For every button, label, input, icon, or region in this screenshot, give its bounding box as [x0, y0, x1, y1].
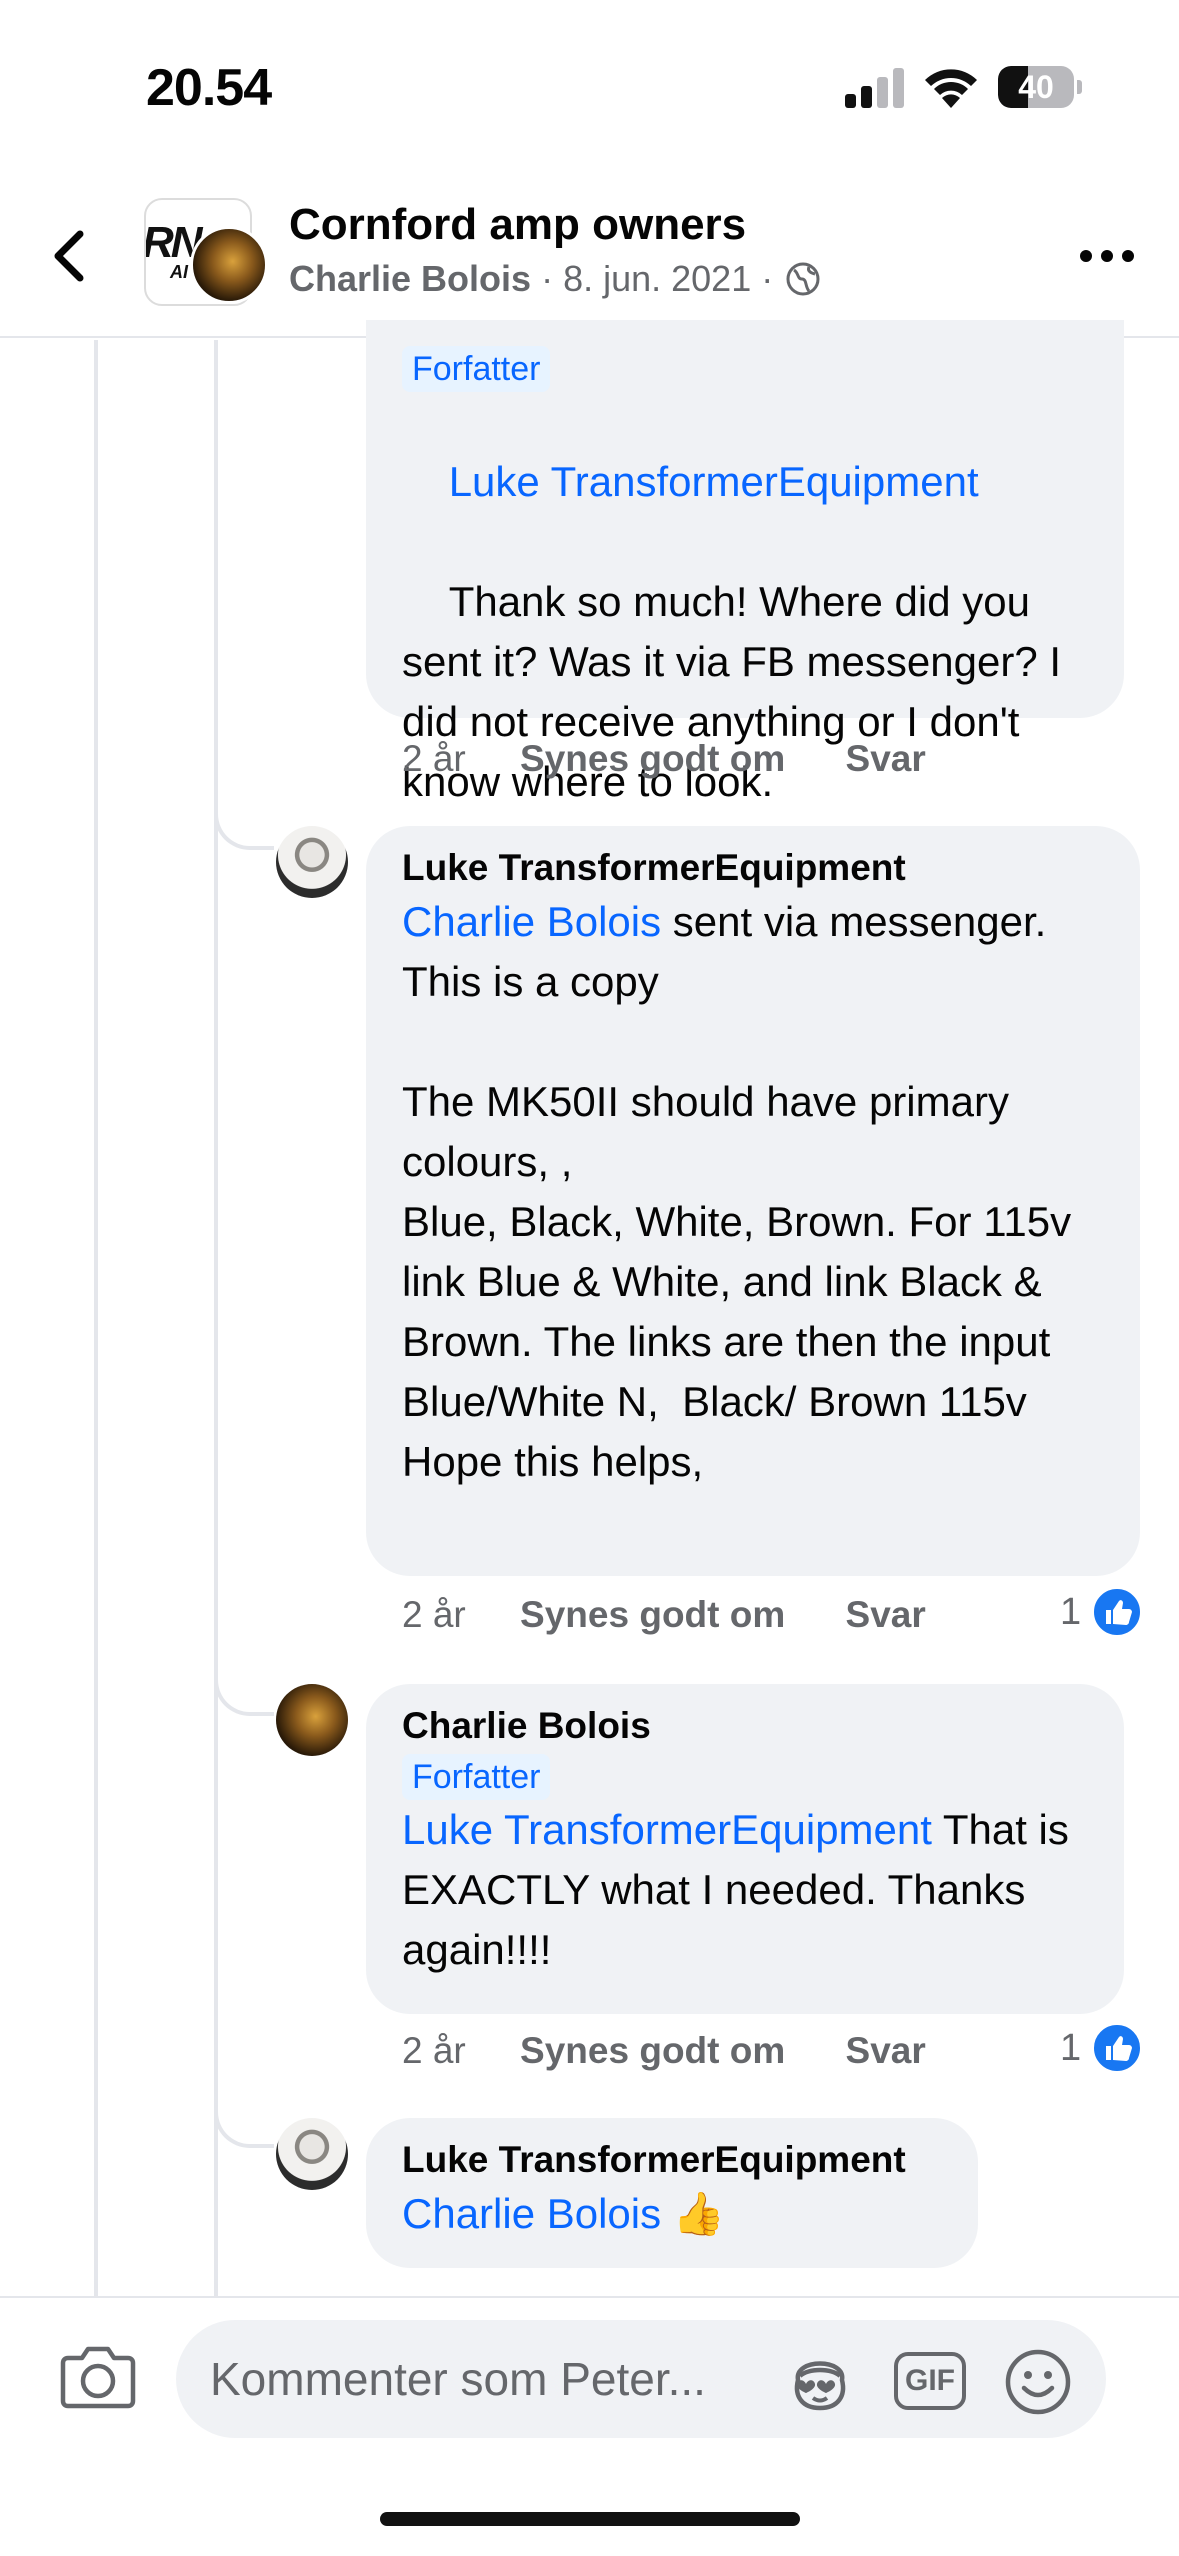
thread-connector	[214, 800, 274, 850]
comment-actions: 2 år Synes godt om Svar	[402, 738, 926, 780]
group-title[interactable]: Cornford amp owners	[289, 200, 746, 250]
comment-actions: 2 år Synes godt om Svar	[402, 2030, 926, 2072]
comment-author[interactable]: Luke TransformerEquipment	[402, 2136, 944, 2184]
comment-mention[interactable]: Luke TransformerEquipment	[449, 458, 979, 505]
post-meta: Charlie Bolois · 8. jun. 2021 ·	[289, 258, 821, 300]
thread-connector	[214, 2098, 274, 2148]
comment-bubble[interactable]: Luke TransformerEquipment Charlie Bolois…	[366, 2118, 978, 2268]
reply-button[interactable]: Svar	[846, 2030, 926, 2072]
post-header: RN AI Cornford amp owners Charlie Bolois…	[0, 170, 1179, 338]
reaction-number: 1	[1060, 1590, 1082, 1633]
thumbs-up-icon	[1091, 2022, 1144, 2074]
like-button[interactable]: Synes godt om	[520, 738, 785, 780]
thread-line	[94, 340, 98, 2300]
like-button[interactable]: Synes godt om	[520, 1594, 785, 1636]
globe-icon	[786, 262, 820, 296]
comment-input-container[interactable]: GIF	[176, 2320, 1106, 2438]
comment-time[interactable]: 2 år	[402, 738, 466, 780]
reply-button[interactable]: Svar	[846, 1594, 926, 1636]
comment-author[interactable]: Charlie Bolois	[402, 1702, 1090, 1750]
comment-bubble[interactable]: Forfatter Luke TransformerEquipment Than…	[366, 320, 1124, 805]
meta-separator: ·	[761, 258, 774, 299]
reaction-count[interactable]: 1	[1060, 1586, 1144, 1638]
status-time: 20.54	[146, 59, 272, 117]
avatar[interactable]	[276, 826, 348, 898]
comment-time[interactable]: 2 år	[402, 2030, 466, 2072]
thread-connector	[214, 1666, 274, 1716]
comment-bubble[interactable]: Charlie Bolois Forfatter Luke Transforme…	[366, 1684, 1124, 2014]
comment-text: Luke TransformerEquipment That is EXACTL…	[402, 1800, 1090, 1980]
meta-separator: ·	[541, 258, 554, 299]
avatar-sticker-icon[interactable]	[784, 2350, 856, 2412]
gif-icon[interactable]: GIF	[894, 2352, 966, 2410]
battery-percent: 40	[1018, 69, 1054, 105]
avatar[interactable]	[276, 2118, 348, 2190]
comment-mention[interactable]: Luke TransformerEquipment	[402, 1806, 932, 1853]
battery-indicator: 40	[998, 66, 1082, 108]
comment-text: Charlie Bolois sent via messenger. This …	[402, 892, 1106, 1492]
post-author[interactable]: Charlie Bolois	[289, 258, 531, 300]
thumbs-up-icon	[1091, 1586, 1144, 1638]
comment-text: Luke TransformerEquipment Thank so much!…	[402, 392, 1090, 872]
comment-input[interactable]	[210, 2346, 770, 2412]
emoji-icon[interactable]	[1004, 2348, 1072, 2416]
author-badge: Forfatter	[402, 346, 551, 392]
comment-mention[interactable]: Charlie Bolois	[402, 2190, 661, 2237]
like-button[interactable]: Synes godt om	[520, 2030, 785, 2072]
reaction-number: 1	[1060, 2026, 1082, 2069]
avatar[interactable]	[276, 1684, 348, 1756]
camera-icon[interactable]	[60, 2342, 136, 2412]
wifi-icon	[925, 69, 977, 108]
comment-bubble[interactable]: Luke TransformerEquipment Charlie Bolois…	[366, 826, 1140, 1576]
comment-body: sent via messenger. This is a copy The M…	[402, 898, 1072, 1485]
post-date[interactable]: 8. jun. 2021	[563, 258, 751, 300]
status-bar: 20.54 40	[0, 0, 1179, 170]
reply-button[interactable]: Svar	[846, 738, 926, 780]
thread-line	[214, 340, 218, 2300]
thumbs-up-emoji: 👍	[672, 2190, 726, 2237]
reaction-count[interactable]: 1	[1060, 2022, 1144, 2074]
author-badge: Forfatter	[402, 1754, 551, 1800]
comment-time[interactable]: 2 år	[402, 1594, 466, 1636]
comment-text: Charlie Bolois 👍	[402, 2184, 944, 2244]
home-indicator[interactable]	[380, 2512, 800, 2526]
poster-avatar[interactable]	[190, 226, 268, 304]
chevron-left-icon[interactable]	[42, 224, 98, 288]
comment-author[interactable]: Luke TransformerEquipment	[402, 844, 1106, 892]
comment-mention[interactable]: Charlie Bolois	[402, 898, 661, 945]
cellular-signal-icon	[845, 68, 904, 108]
group-logo-sub: AI	[170, 262, 188, 282]
more-horizontal-icon[interactable]	[1080, 248, 1134, 264]
comment-actions: 2 år Synes godt om Svar	[402, 1594, 926, 1636]
